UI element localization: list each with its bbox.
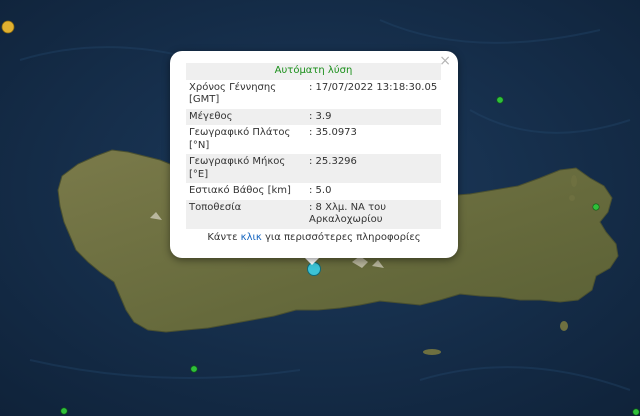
latitude-value: : 35.0973	[309, 127, 357, 138]
longitude-label: Γεωγραφικό Μήκος [°E]	[186, 154, 306, 183]
earthquake-info-table: Αυτόματη λύση Χρόνος Γέννησης [GMT] : 17…	[186, 63, 441, 229]
origin-time-label: Χρόνος Γέννησης [GMT]	[189, 81, 277, 106]
earthquake-marker-green[interactable]	[190, 365, 198, 373]
magnitude-value: : 3.9	[306, 108, 441, 125]
footer-text-after: για περισσότερες πληροφορίες	[264, 232, 421, 243]
footer-text-before: Κάντε	[207, 232, 238, 243]
earthquake-marker-green[interactable]	[60, 407, 68, 415]
longitude-value: : 25.3296	[306, 154, 441, 183]
earthquake-marker-green[interactable]	[496, 96, 504, 104]
depth-value: : 5.0	[309, 185, 332, 196]
earthquake-marker-yellow[interactable]	[1, 20, 15, 34]
popup-heading: Αυτόματη λύση	[186, 63, 441, 80]
latitude-label: Γεωγραφικό Πλάτος [°N]	[189, 127, 291, 151]
more-info-link[interactable]: κλικ	[241, 232, 262, 243]
popup-footer: Κάντε κλικ για περισσότερες πληροφορίες	[170, 232, 458, 243]
close-icon[interactable]: ×	[439, 53, 451, 69]
origin-time-value: : 17/07/2022 13:18:30.05	[309, 81, 438, 93]
location-label: Τοποθεσία	[186, 199, 306, 229]
earthquake-marker-green[interactable]	[632, 408, 640, 416]
location-value: : 8 Χλμ. ΝΑ του Αρκαλοχωρίου	[306, 199, 441, 229]
depth-label: Εστιακό Βάθος [km]	[189, 185, 291, 196]
earthquake-marker-green[interactable]	[592, 203, 600, 211]
earthquake-info-popup: × Αυτόματη λύση Χρόνος Γέννησης [GMT] : …	[170, 51, 458, 258]
magnitude-label: Μέγεθος	[186, 108, 306, 125]
